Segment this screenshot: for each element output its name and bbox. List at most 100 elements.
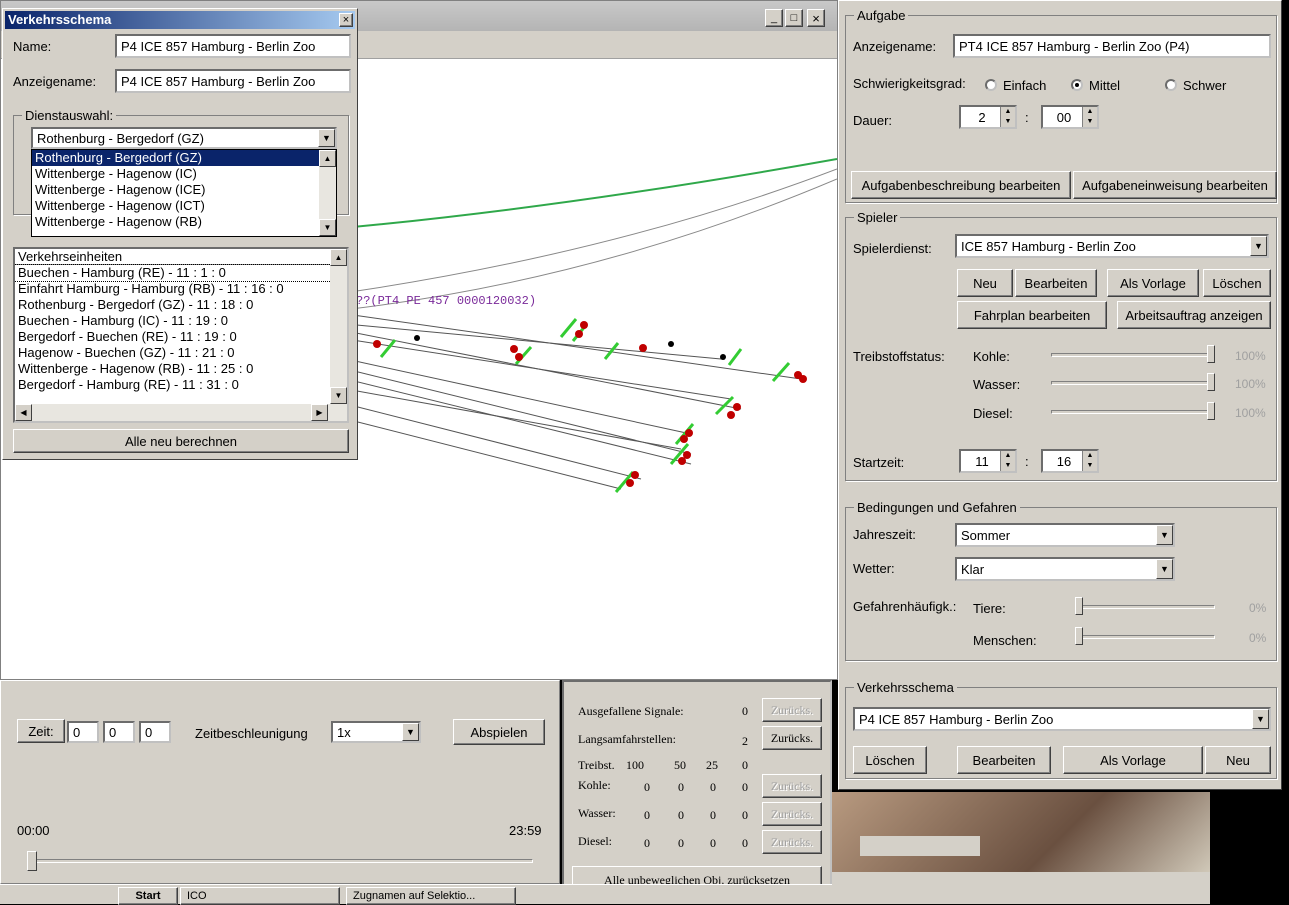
units-scrollbar[interactable]: ▲ ▼ bbox=[330, 249, 347, 404]
spinner-arrows-icon[interactable]: ▲ ▼ bbox=[1082, 451, 1097, 471]
start-minutes-spinner[interactable]: 16 ▲ ▼ bbox=[1041, 449, 1099, 473]
coal-slider-thumb[interactable] bbox=[1207, 345, 1215, 363]
list-item[interactable]: Wittenberge - Hagenow (RB) bbox=[32, 214, 336, 230]
close-button[interactable]: × bbox=[807, 9, 825, 27]
list-item[interactable]: Hagenow - Buechen (GZ) - 11 : 21 : 0 bbox=[15, 345, 347, 361]
dropdown-scrollbar[interactable]: ▲ ▼ bbox=[319, 150, 336, 236]
chevron-up-icon[interactable]: ▲ bbox=[319, 150, 336, 167]
time-button[interactable]: Zeit: bbox=[17, 719, 65, 743]
chevron-down-icon[interactable]: ▼ bbox=[330, 387, 347, 404]
chevron-down-icon[interactable]: ▼ bbox=[319, 219, 336, 236]
list-item[interactable]: Rothenburg - Bergedorf (GZ) bbox=[32, 150, 336, 166]
list-item[interactable]: Wittenberge - Hagenow (ICT) bbox=[32, 198, 336, 214]
chevron-down-icon[interactable]: ▼ bbox=[402, 723, 419, 741]
reset-coal-button[interactable]: Zurücks. bbox=[762, 774, 822, 798]
spinner-arrows-icon[interactable]: ▲ ▼ bbox=[1082, 107, 1097, 127]
units-list[interactable]: Verkehrseinheiten Buechen - Hamburg (RE)… bbox=[13, 247, 349, 423]
time-seconds-field[interactable]: 0 bbox=[139, 721, 171, 743]
chevron-down-icon[interactable]: ▼ bbox=[1252, 709, 1269, 729]
weather-combo[interactable]: Klar ▼ bbox=[955, 557, 1175, 581]
scheme-edit-button[interactable]: Bearbeiten bbox=[957, 746, 1051, 774]
difficulty-hard-label[interactable]: Schwer bbox=[1183, 78, 1226, 93]
coal-slider-track[interactable] bbox=[1051, 353, 1215, 357]
duration-hours-spinner[interactable]: 2 ▲ ▼ bbox=[959, 105, 1017, 129]
player-service-combo[interactable]: ICE 857 Hamburg - Berlin Zoo ▼ bbox=[955, 234, 1269, 258]
reset-diesel-button[interactable]: Zurücks. bbox=[762, 830, 822, 854]
diesel-value: 0 bbox=[710, 836, 716, 850]
diesel-percent: 100% bbox=[1235, 406, 1266, 420]
difficulty-hard-radio[interactable] bbox=[1165, 79, 1177, 91]
water-slider-thumb[interactable] bbox=[1207, 373, 1215, 391]
list-item[interactable]: Wittenberge - Hagenow (RB) - 11 : 25 : 0 bbox=[15, 361, 347, 377]
show-work-order-button[interactable]: Arbeitsauftrag anzeigen bbox=[1117, 301, 1271, 329]
list-item[interactable]: Buechen - Hamburg (RE) - 11 : 1 : 0 bbox=[15, 264, 347, 282]
background-window-image bbox=[832, 792, 1210, 872]
task-display-name-input[interactable]: PT4 ICE 857 Hamburg - Berlin Zoo (P4) bbox=[953, 34, 1271, 58]
player-template-button[interactable]: Als Vorlage bbox=[1107, 269, 1199, 297]
animals-slider-track[interactable] bbox=[1075, 605, 1215, 609]
taskbar-item[interactable]: ICO bbox=[180, 887, 340, 905]
chevron-left-icon[interactable]: ◀ bbox=[15, 404, 32, 421]
animals-slider-thumb[interactable] bbox=[1075, 597, 1083, 615]
people-slider-track[interactable] bbox=[1075, 635, 1215, 639]
chevron-down-icon[interactable]: ▼ bbox=[318, 129, 335, 147]
chevron-right-icon[interactable]: ▶ bbox=[311, 404, 328, 421]
duration-minutes-spinner[interactable]: 00 ▲ ▼ bbox=[1041, 105, 1099, 129]
list-item[interactable]: Buechen - Hamburg (IC) - 11 : 19 : 0 bbox=[15, 313, 347, 329]
player-new-button[interactable]: Neu bbox=[957, 269, 1013, 297]
list-item[interactable]: Einfahrt Hamburg - Hamburg (RB) - 11 : 1… bbox=[15, 281, 347, 297]
reset-signals-button[interactable]: Zurücks. bbox=[762, 698, 822, 722]
list-item[interactable]: Wittenberge - Hagenow (ICE) bbox=[32, 182, 336, 198]
start-button[interactable]: Start bbox=[118, 887, 178, 905]
people-slider-thumb[interactable] bbox=[1075, 627, 1083, 645]
list-item[interactable]: Rothenburg - Bergedorf (GZ) - 11 : 18 : … bbox=[15, 297, 347, 313]
start-hours-spinner[interactable]: 11 ▲ ▼ bbox=[959, 449, 1017, 473]
chevron-up-icon[interactable]: ▲ bbox=[330, 249, 347, 266]
difficulty-easy-label[interactable]: Einfach bbox=[1003, 78, 1046, 93]
difficulty-medium-label[interactable]: Mittel bbox=[1089, 78, 1120, 93]
difficulty-medium-radio[interactable] bbox=[1071, 79, 1083, 91]
list-item[interactable]: Bergedorf - Hamburg (RE) - 11 : 31 : 0 bbox=[15, 377, 347, 393]
player-edit-button[interactable]: Bearbeiten bbox=[1015, 269, 1097, 297]
edit-task-briefing-button[interactable]: Aufgabeneinweisung bearbeiten bbox=[1073, 171, 1277, 199]
reset-slow-sections-button[interactable]: Zurücks. bbox=[762, 726, 822, 750]
chevron-down-icon[interactable]: ▼ bbox=[1250, 236, 1267, 256]
scheme-template-button[interactable]: Als Vorlage bbox=[1063, 746, 1203, 774]
reset-water-button[interactable]: Zurücks. bbox=[762, 802, 822, 826]
time-acceleration-combo[interactable]: 1x ▼ bbox=[331, 721, 421, 743]
water-slider-track[interactable] bbox=[1051, 381, 1215, 385]
edit-task-description-button[interactable]: Aufgabenbeschreibung bearbeiten bbox=[851, 171, 1071, 199]
service-combo[interactable]: Rothenburg - Bergedorf (GZ) ▼ bbox=[31, 127, 337, 149]
time-hours-field[interactable]: 0 bbox=[67, 721, 99, 743]
time-slider-track[interactable] bbox=[31, 859, 533, 863]
minimize-button[interactable]: _ bbox=[765, 9, 783, 27]
chevron-down-icon[interactable]: ▼ bbox=[1156, 559, 1173, 579]
traffic-scheme-combo[interactable]: P4 ICE 857 Hamburg - Berlin Zoo ▼ bbox=[853, 707, 1271, 731]
spinner-arrows-icon[interactable]: ▲ ▼ bbox=[1000, 451, 1015, 471]
difficulty-easy-radio[interactable] bbox=[985, 79, 997, 91]
spinner-arrows-icon[interactable]: ▲ ▼ bbox=[1000, 107, 1015, 127]
season-combo[interactable]: Sommer ▼ bbox=[955, 523, 1175, 547]
display-name-input[interactable]: P4 ICE 857 Hamburg - Berlin Zoo bbox=[115, 69, 351, 93]
scheme-new-button[interactable]: Neu bbox=[1205, 746, 1271, 774]
list-item[interactable]: Wittenberge - Hagenow (IC) bbox=[32, 166, 336, 182]
list-item[interactable]: Bergedorf - Buechen (RE) - 11 : 19 : 0 bbox=[15, 329, 347, 345]
service-dropdown-list[interactable]: Rothenburg - Bergedorf (GZ) Wittenberge … bbox=[31, 149, 337, 237]
player-delete-button[interactable]: Löschen bbox=[1203, 269, 1271, 297]
time-slider-thumb[interactable] bbox=[27, 851, 37, 871]
edit-timetable-button[interactable]: Fahrplan bearbeiten bbox=[957, 301, 1107, 329]
time-minutes-field[interactable]: 0 bbox=[103, 721, 135, 743]
maximize-button[interactable]: □ bbox=[785, 9, 803, 27]
diesel-slider-track[interactable] bbox=[1051, 410, 1215, 414]
people-label: Menschen: bbox=[973, 633, 1037, 648]
chevron-down-icon[interactable]: ▼ bbox=[1156, 525, 1173, 545]
units-hscrollbar[interactable]: ◀ ▶ bbox=[15, 404, 347, 421]
play-button[interactable]: Abspielen bbox=[453, 719, 545, 745]
recalculate-all-button[interactable]: Alle neu berechnen bbox=[13, 429, 349, 453]
name-input[interactable]: P4 ICE 857 Hamburg - Berlin Zoo bbox=[115, 34, 351, 58]
diesel-slider-thumb[interactable] bbox=[1207, 402, 1215, 420]
dialog-close-button[interactable]: × bbox=[339, 13, 353, 27]
scheme-delete-button[interactable]: Löschen bbox=[853, 746, 927, 774]
taskbar-item[interactable]: Zugnamen auf Selektio... bbox=[346, 887, 516, 905]
fuel-header-0: 0 bbox=[742, 758, 748, 772]
